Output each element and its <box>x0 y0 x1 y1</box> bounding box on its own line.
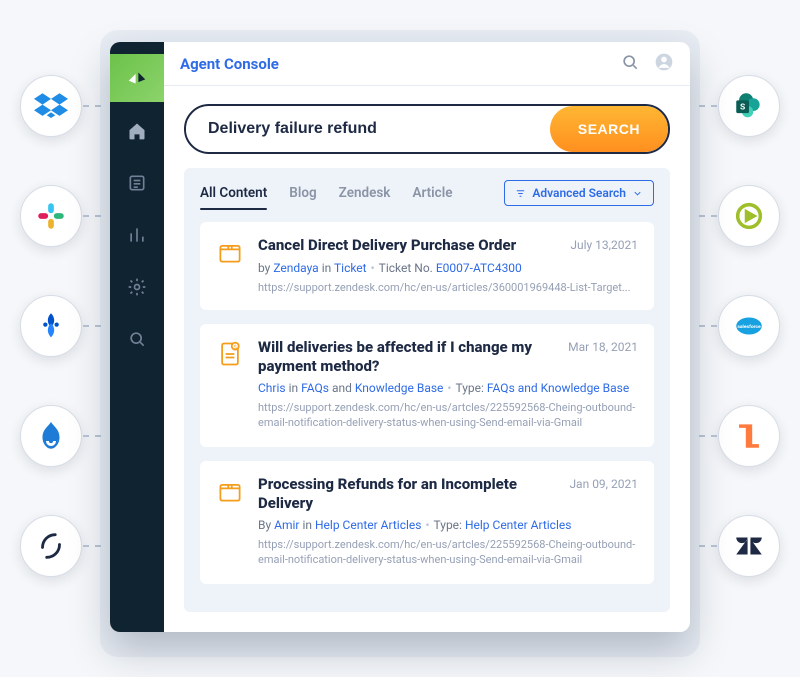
result-meta: Chris in FAQs and Knowledge Base•Type: F… <box>258 381 638 395</box>
header: Agent Console <box>164 42 690 86</box>
result-card[interactable]: Cancel Direct Delivery Purchase Order Ju… <box>200 222 654 310</box>
search-input[interactable] <box>186 120 550 138</box>
result-card[interactable]: $ Will deliveries be affected if I chang… <box>200 324 654 447</box>
advanced-search-button[interactable]: Advanced Search <box>504 180 654 206</box>
dropbox-icon <box>20 75 82 137</box>
nav-settings[interactable] <box>110 264 164 310</box>
result-url: https://support.zendesk.com/hc/en-us/art… <box>258 281 638 294</box>
profile-icon[interactable] <box>654 52 674 76</box>
nav-search[interactable] <box>110 316 164 362</box>
result-meta: By Amir in Help Center Articles•Type: He… <box>258 518 638 532</box>
integrations-right: S salesforce <box>718 75 780 577</box>
tab-zendesk[interactable]: Zendesk <box>339 185 391 201</box>
result-title: Processing Refunds for an Incomplete Del… <box>258 475 559 513</box>
drupal-icon <box>20 405 82 467</box>
content-panel: All Content Blog Zendesk Article Advance… <box>184 168 670 612</box>
jira-icon <box>20 295 82 357</box>
integrations-left <box>20 75 82 577</box>
slack-icon <box>20 185 82 247</box>
result-meta: by Zendaya in Ticket•Ticket No. E0007-AT… <box>258 261 638 275</box>
nav-reports[interactable] <box>110 212 164 258</box>
document-icon: $ <box>216 340 244 368</box>
result-card[interactable]: Processing Refunds for an Incomplete Del… <box>200 461 654 584</box>
tabs: All Content Blog Zendesk Article Advance… <box>200 180 654 206</box>
result-title: Will deliveries be affected if I change … <box>258 338 558 376</box>
page-title: Agent Console <box>180 55 279 73</box>
chevron-down-icon <box>632 188 643 199</box>
madcap-icon <box>718 185 780 247</box>
sharepoint-icon: S <box>718 75 780 137</box>
filter-icon <box>515 188 526 199</box>
app-logo <box>110 54 164 102</box>
package-icon <box>216 238 244 266</box>
result-date: Mar 18, 2021 <box>568 340 638 354</box>
result-title: Cancel Direct Delivery Purchase Order <box>258 236 560 255</box>
sidebar <box>110 42 164 632</box>
package-icon <box>216 477 244 505</box>
salesforce-icon: salesforce <box>718 295 780 357</box>
result-url: https://support.zendesk.com/hc/en-us/art… <box>258 401 638 431</box>
search-icon[interactable] <box>620 52 640 76</box>
nav-home[interactable] <box>110 108 164 154</box>
results: Cancel Direct Delivery Purchase Order Ju… <box>200 222 654 584</box>
zendesk-icon <box>718 515 780 577</box>
advanced-search-label: Advanced Search <box>532 186 626 200</box>
result-date: Jan 09, 2021 <box>569 477 638 491</box>
svg-text:salesforce: salesforce <box>737 324 761 330</box>
header-actions <box>620 52 674 76</box>
search-button[interactable]: SEARCH <box>550 106 668 152</box>
main-panel: Agent Console SEARCH All Content Blog Ze… <box>164 42 690 632</box>
result-date: July 13,2021 <box>570 238 638 252</box>
tab-all-content[interactable]: All Content <box>200 185 267 201</box>
search-wrap: SEARCH <box>184 104 670 154</box>
search-row: SEARCH <box>164 86 690 168</box>
tab-article[interactable]: Article <box>412 185 452 201</box>
svg-text:$: $ <box>234 344 237 351</box>
tab-blog[interactable]: Blog <box>289 185 316 201</box>
result-url: https://support.zendesk.com/hc/en-us/art… <box>258 538 638 568</box>
helpshift-icon <box>718 405 780 467</box>
agent-console-window: Agent Console SEARCH All Content Blog Ze… <box>110 42 690 632</box>
nav-tickets[interactable] <box>110 160 164 206</box>
svg-text:S: S <box>740 103 745 113</box>
contentful-icon <box>20 515 82 577</box>
